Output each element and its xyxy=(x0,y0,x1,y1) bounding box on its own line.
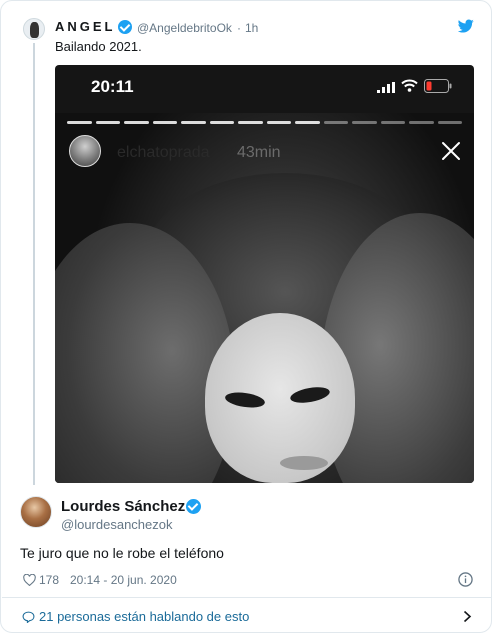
parent-author-name[interactable]: ANGEL xyxy=(55,19,116,34)
story-progress-segment xyxy=(124,121,149,124)
thread-line xyxy=(33,43,35,485)
like-count[interactable]: 178 xyxy=(39,573,59,587)
tweet-text: Te juro que no le robe el teléfono xyxy=(20,545,224,561)
close-icon xyxy=(442,142,460,160)
author-avatar[interactable] xyxy=(20,496,52,528)
author-handle[interactable]: @lourdesanchezok xyxy=(61,517,172,532)
story-progress-segment xyxy=(352,121,377,124)
story-progress-segment xyxy=(152,121,177,124)
story-username: elchatoprada xyxy=(117,144,210,161)
story-progress-segment xyxy=(67,121,92,124)
story-progress-segment xyxy=(181,121,206,124)
parent-tweet-text: Bailando 2021. xyxy=(55,39,142,54)
story-photo xyxy=(55,113,474,483)
heart-icon[interactable] xyxy=(23,574,36,586)
story-progress-segment xyxy=(295,121,320,124)
tweet-timestamp[interactable]: 20:14 - 20 jun. 2020 xyxy=(70,573,177,587)
verified-icon xyxy=(186,499,201,514)
conversation-count-text: 21 personas están hablando de esto xyxy=(39,609,250,624)
chat-bubble-icon xyxy=(22,611,35,623)
parent-author-handle[interactable]: @AngeldebritoOk xyxy=(137,21,232,35)
story-progress-segment xyxy=(209,121,234,124)
story-progress-segment xyxy=(380,121,405,124)
verified-icon xyxy=(118,20,132,34)
story-progress-bar xyxy=(67,121,462,124)
story-progress-segment xyxy=(266,121,291,124)
conversation-link[interactable]: 21 personas están hablando de esto xyxy=(2,598,492,633)
tweet-card: ANGEL @AngeldebritoOk · 1h Bailando 2021… xyxy=(0,0,492,633)
twitter-bird-icon[interactable] xyxy=(458,18,474,34)
separator-dot: · xyxy=(237,21,241,35)
story-progress-segment xyxy=(409,121,434,124)
parent-tweet-time[interactable]: 1h xyxy=(245,21,258,35)
tweet-media-image[interactable]: 20:11 elchatoprada 43min xyxy=(55,65,474,483)
story-progress-segment xyxy=(437,121,462,124)
story-progress-segment xyxy=(238,121,263,124)
story-age: 43min xyxy=(237,144,281,161)
info-icon[interactable] xyxy=(458,572,473,587)
signal-icon xyxy=(377,82,395,93)
author-name[interactable]: Lourdes Sánchez xyxy=(61,498,185,515)
story-progress-segment xyxy=(323,121,348,124)
wifi-icon xyxy=(401,79,418,92)
parent-author-avatar[interactable] xyxy=(23,18,45,40)
chevron-right-icon xyxy=(463,610,472,623)
story-progress-segment xyxy=(95,121,120,124)
story-user-avatar xyxy=(69,135,101,167)
battery-icon xyxy=(424,79,452,93)
status-bar-time: 20:11 xyxy=(91,77,134,96)
